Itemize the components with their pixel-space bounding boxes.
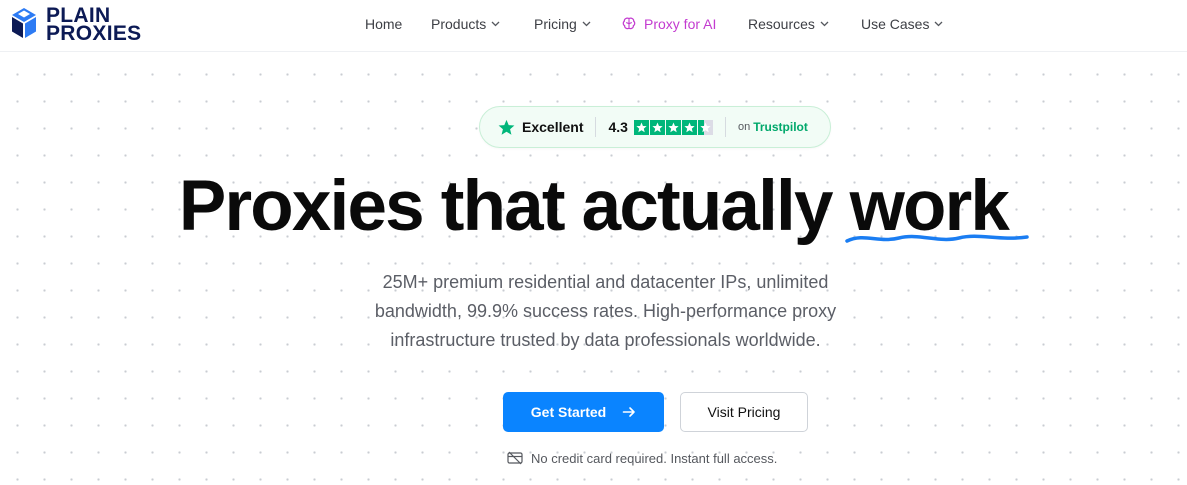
page: PLAIN PROXIES Home Products Pricing Prox… xyxy=(0,0,1187,485)
chevron-down-icon xyxy=(820,21,829,27)
no-credit-card-note: No credit card required. Instant full ac… xyxy=(507,450,777,466)
rating-score: 4.3 xyxy=(608,119,628,135)
visit-pricing-button[interactable]: Visit Pricing xyxy=(680,392,808,432)
star-box-icon xyxy=(681,119,697,135)
divider xyxy=(595,117,597,137)
nav-resources[interactable]: Resources xyxy=(748,16,829,32)
headline-emphasis: work xyxy=(844,165,1029,249)
hero-subtitle: 25M+ premium residential and datacenter … xyxy=(374,272,837,350)
get-started-label: Get Started xyxy=(530,404,607,420)
rating-stars xyxy=(633,119,713,135)
star-icon xyxy=(498,119,515,135)
trustpilot-brand: Trustpilot xyxy=(753,120,808,134)
nav-pricing-label: Pricing xyxy=(534,16,577,32)
nav-use-cases[interactable]: Use Cases xyxy=(861,16,943,32)
hero-headline: Proxies that actually work xyxy=(0,165,1187,249)
nav-products[interactable]: Products xyxy=(431,16,500,32)
nav-home-label: Home xyxy=(365,16,403,32)
brain-icon xyxy=(622,17,636,30)
star-box-icon xyxy=(633,119,649,135)
nav-pricing[interactable]: Pricing xyxy=(534,16,591,32)
trustpilot-on: on xyxy=(737,121,751,133)
chevron-down-icon xyxy=(935,21,943,27)
main-nav: Home Products Pricing Proxy for AI Resou… xyxy=(0,0,1187,50)
get-started-button[interactable]: Get Started xyxy=(503,392,664,432)
nav-products-label: Products xyxy=(431,16,487,32)
chevron-down-icon xyxy=(582,21,591,27)
trustpilot-badge[interactable]: Excellent 4.3 on Trustpilot xyxy=(479,106,831,148)
nav-proxy-for-ai[interactable]: Proxy for AI xyxy=(621,16,716,32)
site-header: PLAIN PROXIES Home Products Pricing Prox… xyxy=(0,0,1187,52)
star-box-icon xyxy=(665,119,681,135)
chevron-down-icon xyxy=(491,21,500,27)
headline-main: Proxies that actually xyxy=(178,167,834,246)
rating-word: Excellent xyxy=(522,119,584,135)
squiggle-underline-icon xyxy=(844,234,1029,243)
visit-pricing-label: Visit Pricing xyxy=(707,404,781,420)
credit-card-off-icon xyxy=(507,451,523,465)
nav-home[interactable]: Home xyxy=(365,16,402,32)
nav-resources-label: Resources xyxy=(748,16,815,32)
nav-use-cases-label: Use Cases xyxy=(861,16,930,32)
star-box-half-icon xyxy=(697,119,713,135)
nav-proxy-for-ai-label: Proxy for AI xyxy=(644,16,717,32)
note-text: No credit card required. Instant full ac… xyxy=(531,450,778,466)
divider xyxy=(724,117,726,137)
star-box-icon xyxy=(649,119,665,135)
arrow-right-icon xyxy=(622,407,636,417)
